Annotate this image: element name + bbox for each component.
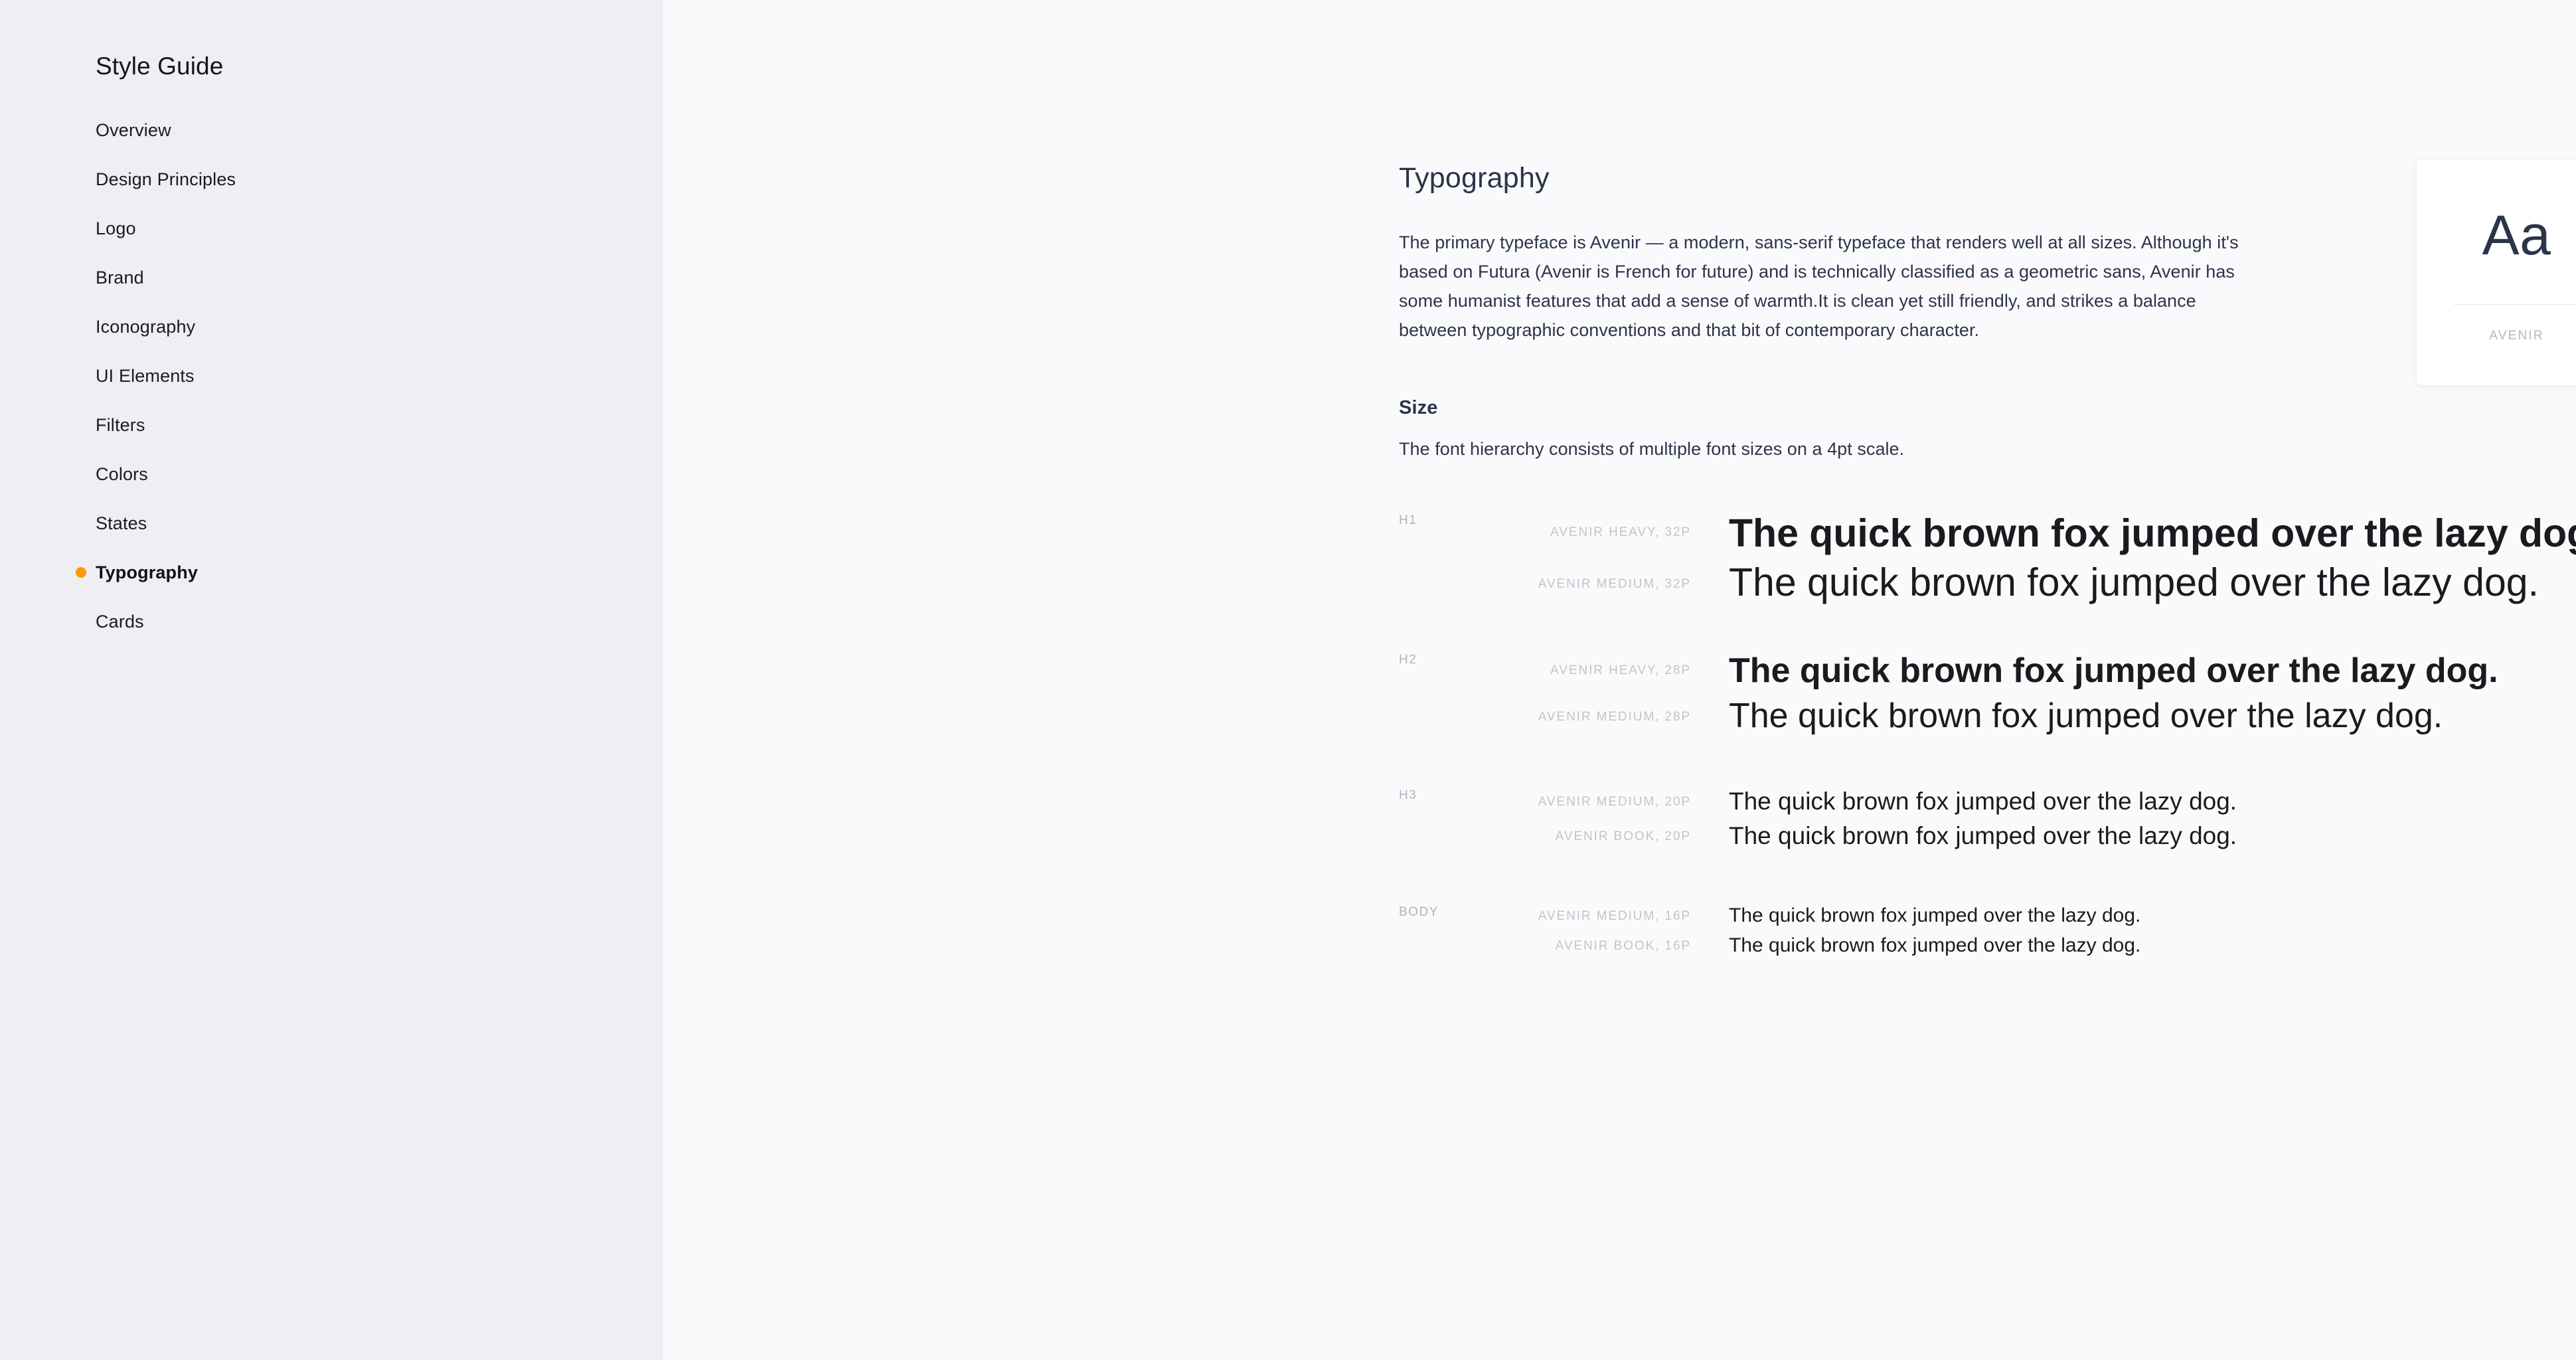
- sidebar-item-label: Typography: [96, 562, 199, 582]
- font-glyph-preview: Aa: [2482, 204, 2551, 266]
- sidebar-item-label: States: [96, 513, 147, 533]
- sidebar-item-label: UI Elements: [96, 365, 195, 386]
- specimen-meta: AVENIR HEAVY, 28P: [1550, 663, 1691, 678]
- specimen-sample: The quick brown fox jumped over the lazy…: [1729, 697, 2443, 736]
- specimen-sample: The quick brown fox jumped over the lazy…: [1729, 904, 2141, 927]
- sidebar-item-cards[interactable]: Cards: [0, 597, 663, 646]
- card-divider: [2453, 304, 2576, 305]
- intro-paragraph: The primary typeface is Avenir — a moder…: [1399, 232, 2239, 340]
- sidebar-item-label: Brand: [96, 267, 144, 288]
- specimen-meta: AVENIR MEDIUM, 32P: [1538, 577, 1691, 592]
- specimen-meta: AVENIR BOOK, 20P: [1555, 829, 1691, 844]
- size-section-description: The font hierarchy consists of multiple …: [1399, 439, 1905, 460]
- sidebar-item-colors[interactable]: Colors: [0, 450, 663, 499]
- specimen-meta: AVENIR MEDIUM, 28P: [1538, 710, 1691, 724]
- specimen-row: AVENIR BOOK, 16P The quick brown fox jum…: [1399, 936, 2576, 966]
- sidebar-item-label: Overview: [96, 120, 171, 140]
- specimen-sample: The quick brown fox jumped over the lazy…: [1729, 822, 2237, 850]
- sidebar-item-design-principles[interactable]: Design Principles: [0, 155, 663, 204]
- sidebar-item-typography[interactable]: Typography: [0, 548, 663, 597]
- specimen-sample: The quick brown fox jumped over the lazy…: [1729, 560, 2539, 605]
- sidebar: Style Guide Overview Design Principles L…: [0, 0, 663, 1360]
- specimen-meta: AVENIR BOOK, 16P: [1555, 939, 1691, 954]
- specimen-group-h1: H1 AVENIR HEAVY, 32P The quick brown fox…: [1399, 514, 2576, 612]
- sidebar-item-label: Logo: [96, 218, 136, 238]
- sidebar-item-label: Design Principles: [96, 169, 236, 189]
- specimen-meta: AVENIR MEDIUM, 20P: [1538, 795, 1691, 809]
- specimen-group-body: BODY AVENIR MEDIUM, 16P The quick brown …: [1399, 906, 2576, 966]
- typography-section: Typography The primary typeface is Aveni…: [1399, 0, 2576, 966]
- style-guide-app: Style Guide Overview Design Principles L…: [0, 0, 2576, 1360]
- specimen-sample: The quick brown fox jumped over the lazy…: [1729, 788, 2237, 815]
- main-content: Typography The primary typeface is Aveni…: [663, 0, 2576, 1360]
- sidebar-item-filters[interactable]: Filters: [0, 400, 663, 450]
- specimen-row: AVENIR HEAVY, 32P The quick brown fox ju…: [1399, 514, 2576, 563]
- sidebar-title: Style Guide: [96, 52, 224, 80]
- sidebar-item-overview[interactable]: Overview: [0, 106, 663, 155]
- active-bullet-icon: [76, 567, 86, 578]
- specimen-group-h3: H3 AVENIR MEDIUM, 20P The quick brown fo…: [1399, 789, 2576, 858]
- specimen-meta: AVENIR MEDIUM, 16P: [1538, 909, 1691, 924]
- sidebar-item-ui-elements[interactable]: UI Elements: [0, 351, 663, 400]
- specimen-row: AVENIR MEDIUM, 20P The quick brown fox j…: [1399, 789, 2576, 823]
- page-title: Typography: [1399, 162, 1550, 194]
- sidebar-item-states[interactable]: States: [0, 499, 663, 548]
- specimen-group-h2: H2 AVENIR HEAVY, 28P The quick brown fox…: [1399, 653, 2576, 744]
- font-name-label: AVENIR: [2489, 329, 2544, 343]
- specimen-meta: AVENIR HEAVY, 32P: [1550, 525, 1691, 540]
- specimen-row: AVENIR BOOK, 20P The quick brown fox jum…: [1399, 823, 2576, 858]
- specimen-row: AVENIR MEDIUM, 28P The quick brown fox j…: [1399, 699, 2576, 744]
- sidebar-item-label: Cards: [96, 611, 144, 632]
- size-section-heading: Size: [1399, 396, 1438, 418]
- sidebar-nav: Overview Design Principles Logo Brand Ic…: [0, 106, 663, 646]
- sidebar-item-label: Filters: [96, 414, 145, 435]
- sidebar-item-logo[interactable]: Logo: [0, 204, 663, 253]
- sidebar-item-iconography[interactable]: Iconography: [0, 302, 663, 351]
- specimen-sample: The quick brown fox jumped over the lazy…: [1729, 651, 2498, 691]
- sidebar-item-label: Colors: [96, 464, 148, 484]
- specimen-sample: The quick brown fox jumped over the lazy…: [1729, 934, 2141, 957]
- specimen-row: AVENIR HEAVY, 28P The quick brown fox ju…: [1399, 653, 2576, 699]
- specimen-tag: H1: [1399, 513, 1417, 528]
- sidebar-item-label: Iconography: [96, 316, 196, 337]
- specimen-table: H1 AVENIR HEAVY, 32P The quick brown fox…: [1399, 514, 2576, 966]
- specimen-row: AVENIR MEDIUM, 32P The quick brown fox j…: [1399, 563, 2576, 612]
- specimen-row: AVENIR MEDIUM, 16P The quick brown fox j…: [1399, 906, 2576, 936]
- specimen-sample: The quick brown fox jumped over the lazy…: [1729, 511, 2576, 556]
- font-specimen-card: Aa AVENIR: [2417, 159, 2576, 385]
- sidebar-item-brand[interactable]: Brand: [0, 253, 663, 302]
